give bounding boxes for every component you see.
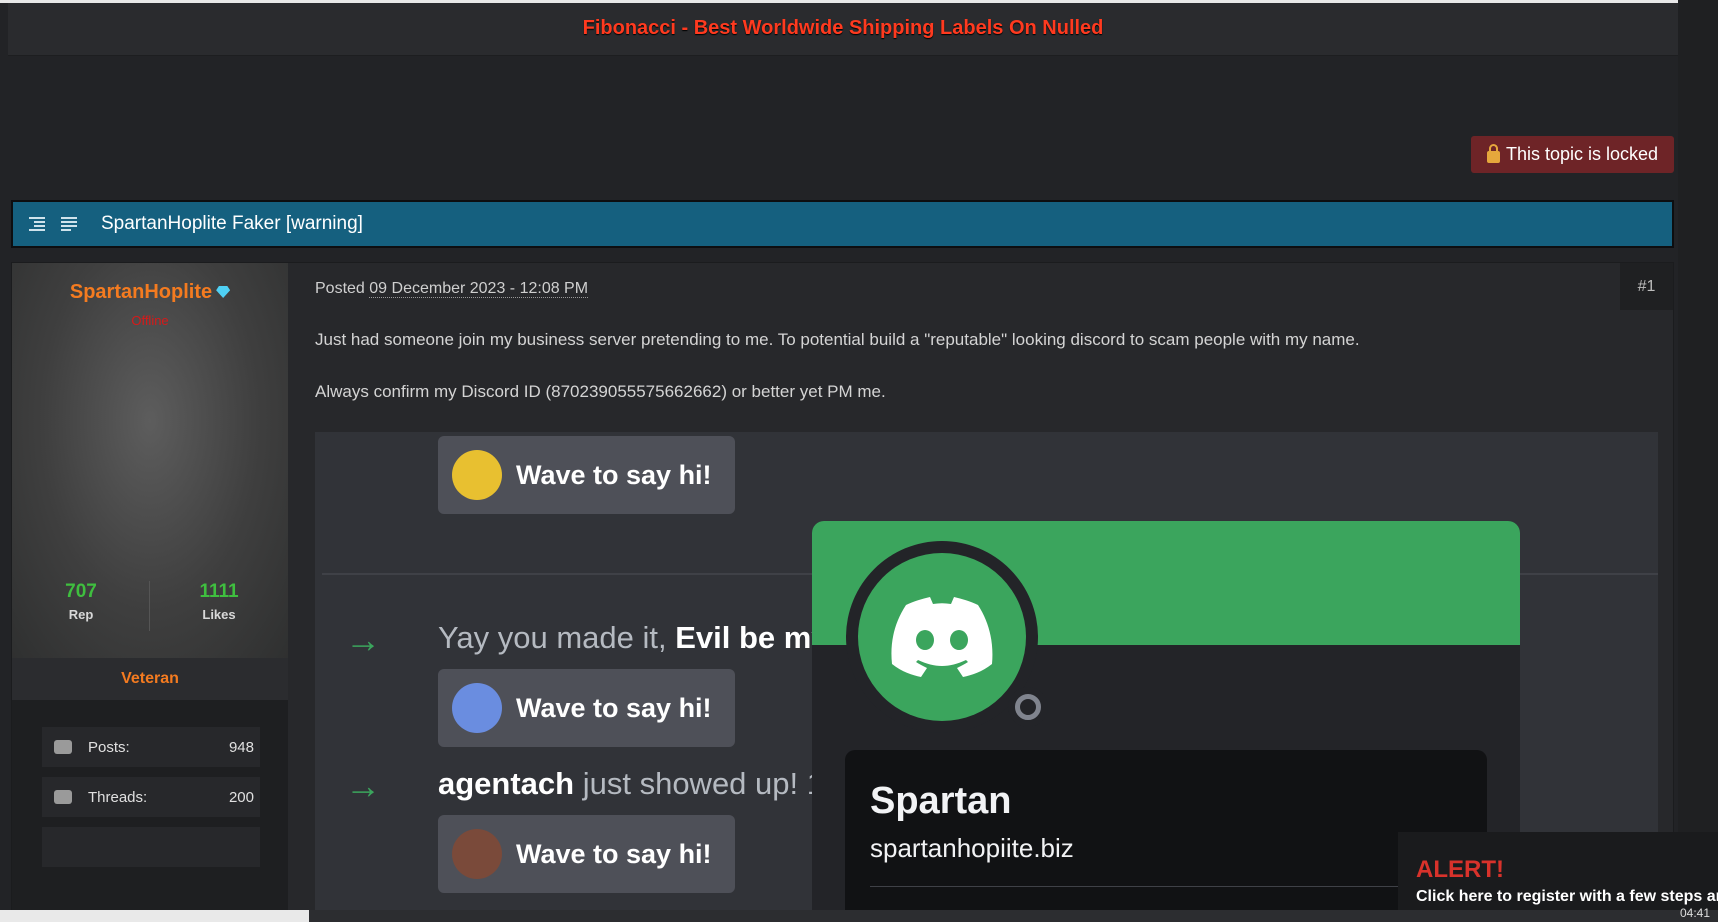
wave-button-1: Wave to say hi! [438, 436, 735, 514]
diamond-icon [216, 286, 231, 298]
profile-name: Spartan [870, 780, 1012, 822]
sponsor-link[interactable]: Fibonacci - Best Worldwide Shipping Labe… [8, 17, 1678, 40]
locked-label: This topic is locked [1505, 144, 1659, 164]
wave-label-3: Wave to say hi! [516, 838, 712, 869]
author-rank: Veteran [12, 658, 288, 700]
post-paragraph-2: Always confirm my Discord ID (8702390555… [315, 382, 886, 401]
join-message-2-rest: just showed up! 1 [574, 766, 824, 801]
profile-divider [870, 886, 1460, 887]
posts-value: 948 [228, 738, 254, 756]
join-message-1: Yay you made it, Evil be my [438, 620, 829, 656]
join-message-2: agentach just showed up! 1 [438, 766, 824, 802]
join-message-1-prefix: Yay you made it, [438, 620, 676, 655]
alert-title: ALERT! [1416, 856, 1504, 883]
author-status: Offline [131, 313, 169, 328]
profile-avatar [846, 541, 1048, 733]
author-sidebar: SpartanHoplite Offline 707 Rep 1111 Like… [12, 263, 288, 922]
likes-label: Likes [202, 607, 236, 622]
wave-label-2: Wave to say hi! [516, 692, 712, 723]
join-arrow-icon: → [345, 765, 381, 806]
post-meta: Posted 09 December 2023 - 12:08 PM [315, 280, 589, 298]
profile-info: Spartan spartanhopiite.biz [845, 750, 1487, 922]
likes-stat: 1111 Likes [150, 581, 288, 622]
book-icon [54, 790, 72, 804]
rep-label: Rep [68, 607, 94, 622]
post-number[interactable]: #1 [1620, 263, 1673, 310]
join-message-1-user: Evil be my [675, 620, 829, 655]
posted-label: Posted [315, 280, 365, 297]
threads-row: Threads: 200 [42, 777, 260, 817]
rep-value: 707 [65, 581, 97, 602]
taskbar-start-area[interactable] [0, 910, 309, 922]
sticker-icon [452, 450, 502, 500]
taskbar: 04:41 [0, 906, 1718, 922]
offline-status-icon [1008, 687, 1048, 727]
post-paragraph-1: Just had someone join my business server… [315, 330, 1360, 349]
author-username-text[interactable]: SpartanHoplite [70, 281, 212, 303]
author-username[interactable]: SpartanHoplite [12, 281, 288, 304]
wave-button-2: Wave to say hi! [438, 669, 735, 747]
linear-view-icon[interactable] [61, 217, 77, 231]
alert-text[interactable]: Click here to register with a few steps … [1416, 888, 1718, 906]
join-message-2-user: agentach [438, 766, 575, 801]
wave-button-3: Wave to say hi! [438, 815, 735, 893]
page-scrollbar[interactable] [1678, 0, 1718, 922]
sticker-icon [452, 683, 502, 733]
discord-logo-icon [858, 553, 1026, 721]
rep-stat: 707 Rep [12, 581, 150, 622]
posts-label: Posts: [88, 738, 130, 756]
lock-icon [1486, 143, 1500, 163]
register-alert[interactable]: ALERT! Click here to register with a few… [1398, 832, 1718, 922]
threads-label: Threads: [88, 788, 148, 806]
chat-bubbles-icon [54, 740, 72, 754]
profile-handle: spartanhopiite.biz [870, 833, 1074, 863]
sponsor-banner: Fibonacci - Best Worldwide Shipping Labe… [8, 3, 1678, 56]
posts-row: Posts: 948 [42, 727, 260, 767]
topic-locked-badge: This topic is locked [1471, 136, 1674, 173]
tree-view-icon[interactable] [29, 217, 45, 231]
topic-title: SpartanHoplite Faker [warning] [101, 213, 363, 234]
wave-label-1: Wave to say hi! [516, 459, 712, 490]
next-stat-row [42, 827, 260, 867]
topic-title-bar: SpartanHoplite Faker [warning] [11, 200, 1674, 248]
join-arrow-icon: → [345, 619, 381, 660]
discord-glyph-icon [891, 597, 993, 677]
threads-value: 200 [228, 788, 254, 806]
likes-value: 1111 [199, 581, 239, 602]
post-date: 09 December 2023 - 12:08 PM [369, 280, 589, 298]
sticker-icon [452, 829, 502, 879]
taskbar-clock: 04:41 [1680, 906, 1711, 920]
